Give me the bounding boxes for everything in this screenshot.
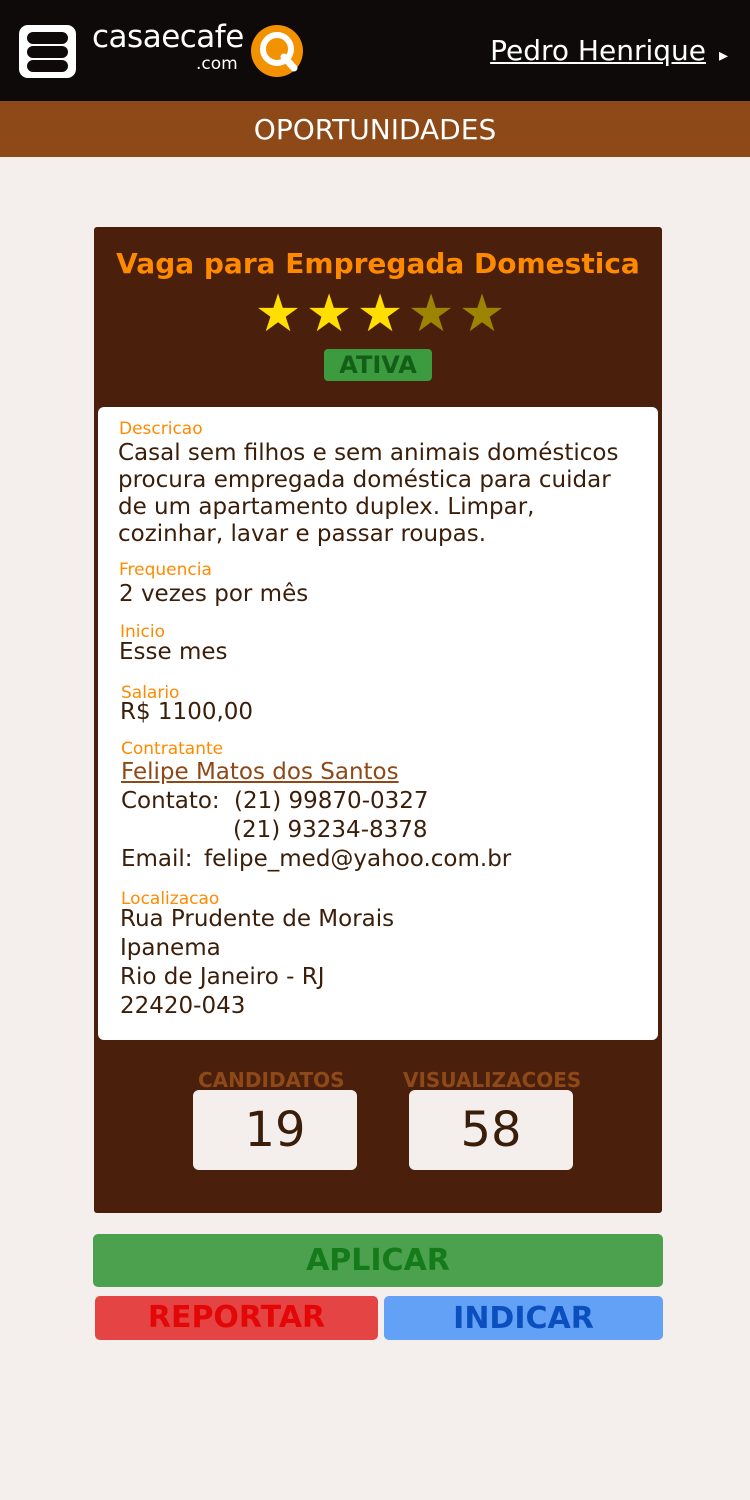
- frequency-value: 2 vezes por mês: [119, 581, 309, 607]
- report-button[interactable]: REPORTAR: [95, 1296, 378, 1340]
- description-line-2: procura empregada doméstica para cuidar: [118, 467, 611, 493]
- description-line-1: Casal sem filhos e sem animais doméstico…: [118, 440, 619, 466]
- contact-label: Contato:: [121, 788, 220, 814]
- top-bar: casaecafe .com Pedro Henrique ▸: [0, 0, 750, 101]
- status-badge: ATIVA: [324, 349, 432, 381]
- location-line-4: 22420-043: [120, 993, 246, 1019]
- candidates-count: 19: [193, 1090, 357, 1170]
- location-line-1: Rua Prudente de Morais: [120, 906, 395, 932]
- views-count: 58: [409, 1090, 573, 1170]
- logo-text: casaecafe: [92, 19, 244, 55]
- apply-button[interactable]: APLICAR: [93, 1234, 663, 1287]
- star-icon: ★: [407, 284, 455, 344]
- star-icon: ★: [254, 284, 302, 344]
- phone-2: (21) 93234-8378: [233, 817, 428, 843]
- location-line-2: Ipanema: [120, 935, 221, 961]
- star-icon: ★: [305, 284, 353, 344]
- search-q-logo-icon: [251, 25, 303, 77]
- rating-stars: ★ ★ ★ ★ ★: [254, 284, 506, 344]
- job-title: Vaga para Empregada Domestica: [116, 247, 640, 280]
- user-profile-link[interactable]: Pedro Henrique: [490, 34, 706, 68]
- start-value: Esse mes: [119, 639, 228, 665]
- section-title: OPORTUNIDADES: [0, 101, 750, 157]
- email-label: Email:: [121, 846, 193, 872]
- logo-domain: .com: [196, 54, 238, 74]
- description-label: Descricao: [119, 419, 203, 439]
- salary-value: R$ 1100,00: [120, 699, 254, 725]
- location-line-3: Rio de Janeiro - RJ: [120, 964, 325, 990]
- views-label: VISUALIZACOES: [403, 1068, 582, 1092]
- frequency-label: Frequencia: [119, 560, 212, 580]
- phone-1: (21) 99870-0327: [234, 788, 429, 814]
- employer-label: Contratante: [121, 739, 224, 759]
- description-line-4: cozinhar, lavar e passar roupas.: [118, 521, 487, 547]
- star-icon: ★: [458, 284, 506, 344]
- user-menu-arrow-icon[interactable]: ▸: [719, 45, 728, 66]
- employer-name-link[interactable]: Felipe Matos dos Santos: [121, 759, 399, 786]
- star-icon: ★: [356, 284, 404, 344]
- indicate-button[interactable]: INDICAR: [384, 1296, 663, 1340]
- hamburger-menu-icon[interactable]: [19, 25, 76, 78]
- email-value: felipe_med@yahoo.com.br: [204, 846, 512, 872]
- candidates-label: CANDIDATOS: [198, 1068, 345, 1092]
- description-line-3: de um apartamento duplex. Limpar,: [118, 494, 535, 520]
